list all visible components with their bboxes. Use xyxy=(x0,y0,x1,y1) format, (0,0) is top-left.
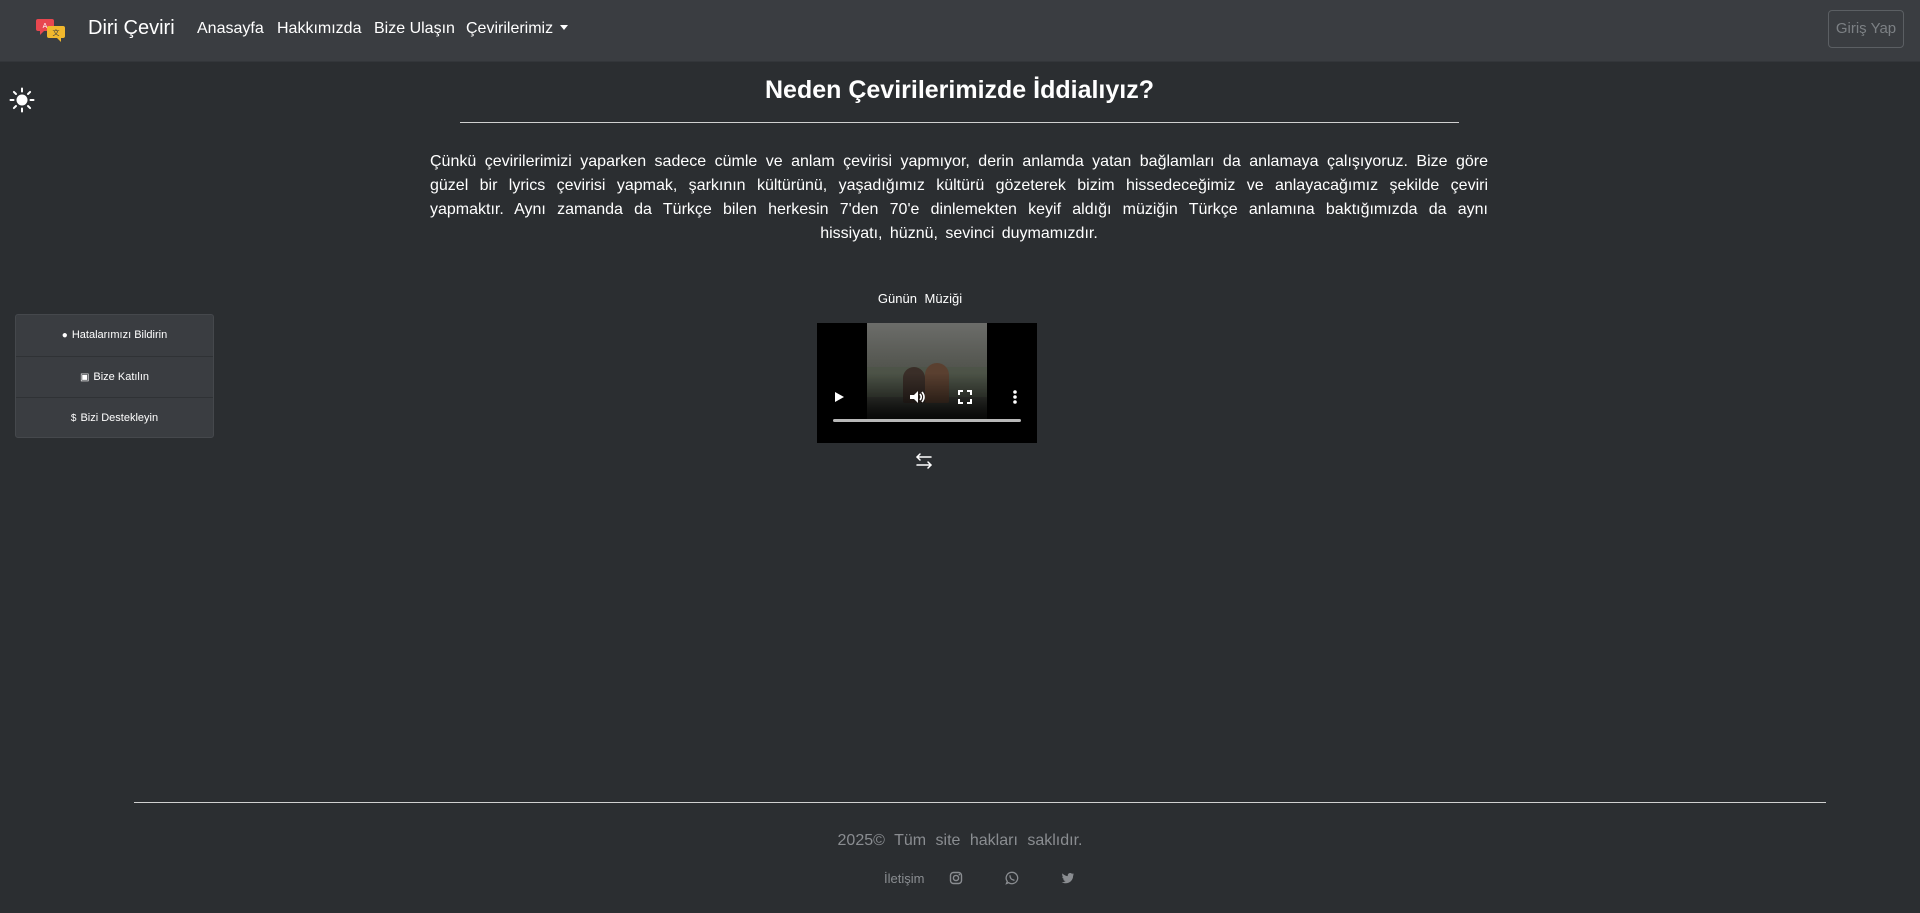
dollar-icon: $ xyxy=(70,413,77,424)
door-icon: ▣ xyxy=(79,372,90,383)
swap-arrows-icon[interactable] xyxy=(914,452,934,470)
caret-down-icon xyxy=(560,25,569,30)
video-player[interactable] xyxy=(817,323,1037,443)
nav-dropdown-label: Çevirilerimiz xyxy=(466,20,554,37)
volume-icon[interactable] xyxy=(907,387,927,407)
footer-divider xyxy=(134,802,1826,803)
join-us-label: Bize Katılın xyxy=(93,371,150,383)
nav-link-home[interactable]: Anasayfa xyxy=(197,20,264,38)
logo-icon[interactable]: A 文 xyxy=(34,16,68,42)
whatsapp-icon[interactable] xyxy=(1005,871,1019,885)
nav-dropdown-translations[interactable]: Çevirilerimiz xyxy=(466,20,569,38)
svg-text:文: 文 xyxy=(53,28,60,37)
sun-icon[interactable] xyxy=(9,87,35,113)
exclamation-circle-icon: ● xyxy=(61,330,68,341)
music-of-the-day-label: Günün Müziği xyxy=(877,291,963,306)
fullscreen-icon[interactable] xyxy=(955,387,975,407)
navbar: A 文 Diri Çeviri Anasayfa Hakkımızda Bize… xyxy=(0,0,1920,62)
progress-bar[interactable] xyxy=(833,419,1021,422)
nav-link-contact[interactable]: Bize Ulaşın xyxy=(374,20,455,38)
more-options-icon[interactable] xyxy=(1005,387,1025,407)
nav-link-about[interactable]: Hakkımızda xyxy=(277,20,361,38)
title-divider xyxy=(460,122,1459,123)
report-errors-label: Hatalarımızı Bildirin xyxy=(71,329,168,341)
login-button[interactable]: Giriş Yap xyxy=(1828,10,1904,48)
copyright-text: 2025© Tüm site hakları saklıdır. xyxy=(837,832,1083,849)
twitter-icon[interactable] xyxy=(1061,871,1075,885)
play-icon[interactable] xyxy=(829,387,849,407)
contact-label[interactable]: İletişim xyxy=(884,871,924,886)
intro-paragraph: Çünkü çevirilerimizi yaparken sadece cüm… xyxy=(430,153,1488,242)
instagram-icon[interactable] xyxy=(949,871,963,885)
brand-name[interactable]: Diri Çeviri xyxy=(88,17,175,40)
support-us-label: Bizi Destekleyin xyxy=(80,412,159,424)
report-errors-button[interactable]: ● Hatalarımızı Bildirin xyxy=(16,315,213,356)
page-title: Neden Çevirilerimizde İddialıyız? xyxy=(764,76,1154,104)
svg-text:A: A xyxy=(43,23,48,30)
join-us-button[interactable]: ▣ Bize Katılın xyxy=(16,356,213,398)
side-panel: ● Hatalarımızı Bildirin ▣ Bize Katılın $ Bi… xyxy=(15,314,214,438)
controls-overlay xyxy=(817,373,1037,443)
support-us-button[interactable]: $ Bizi Destekleyin xyxy=(16,397,213,439)
